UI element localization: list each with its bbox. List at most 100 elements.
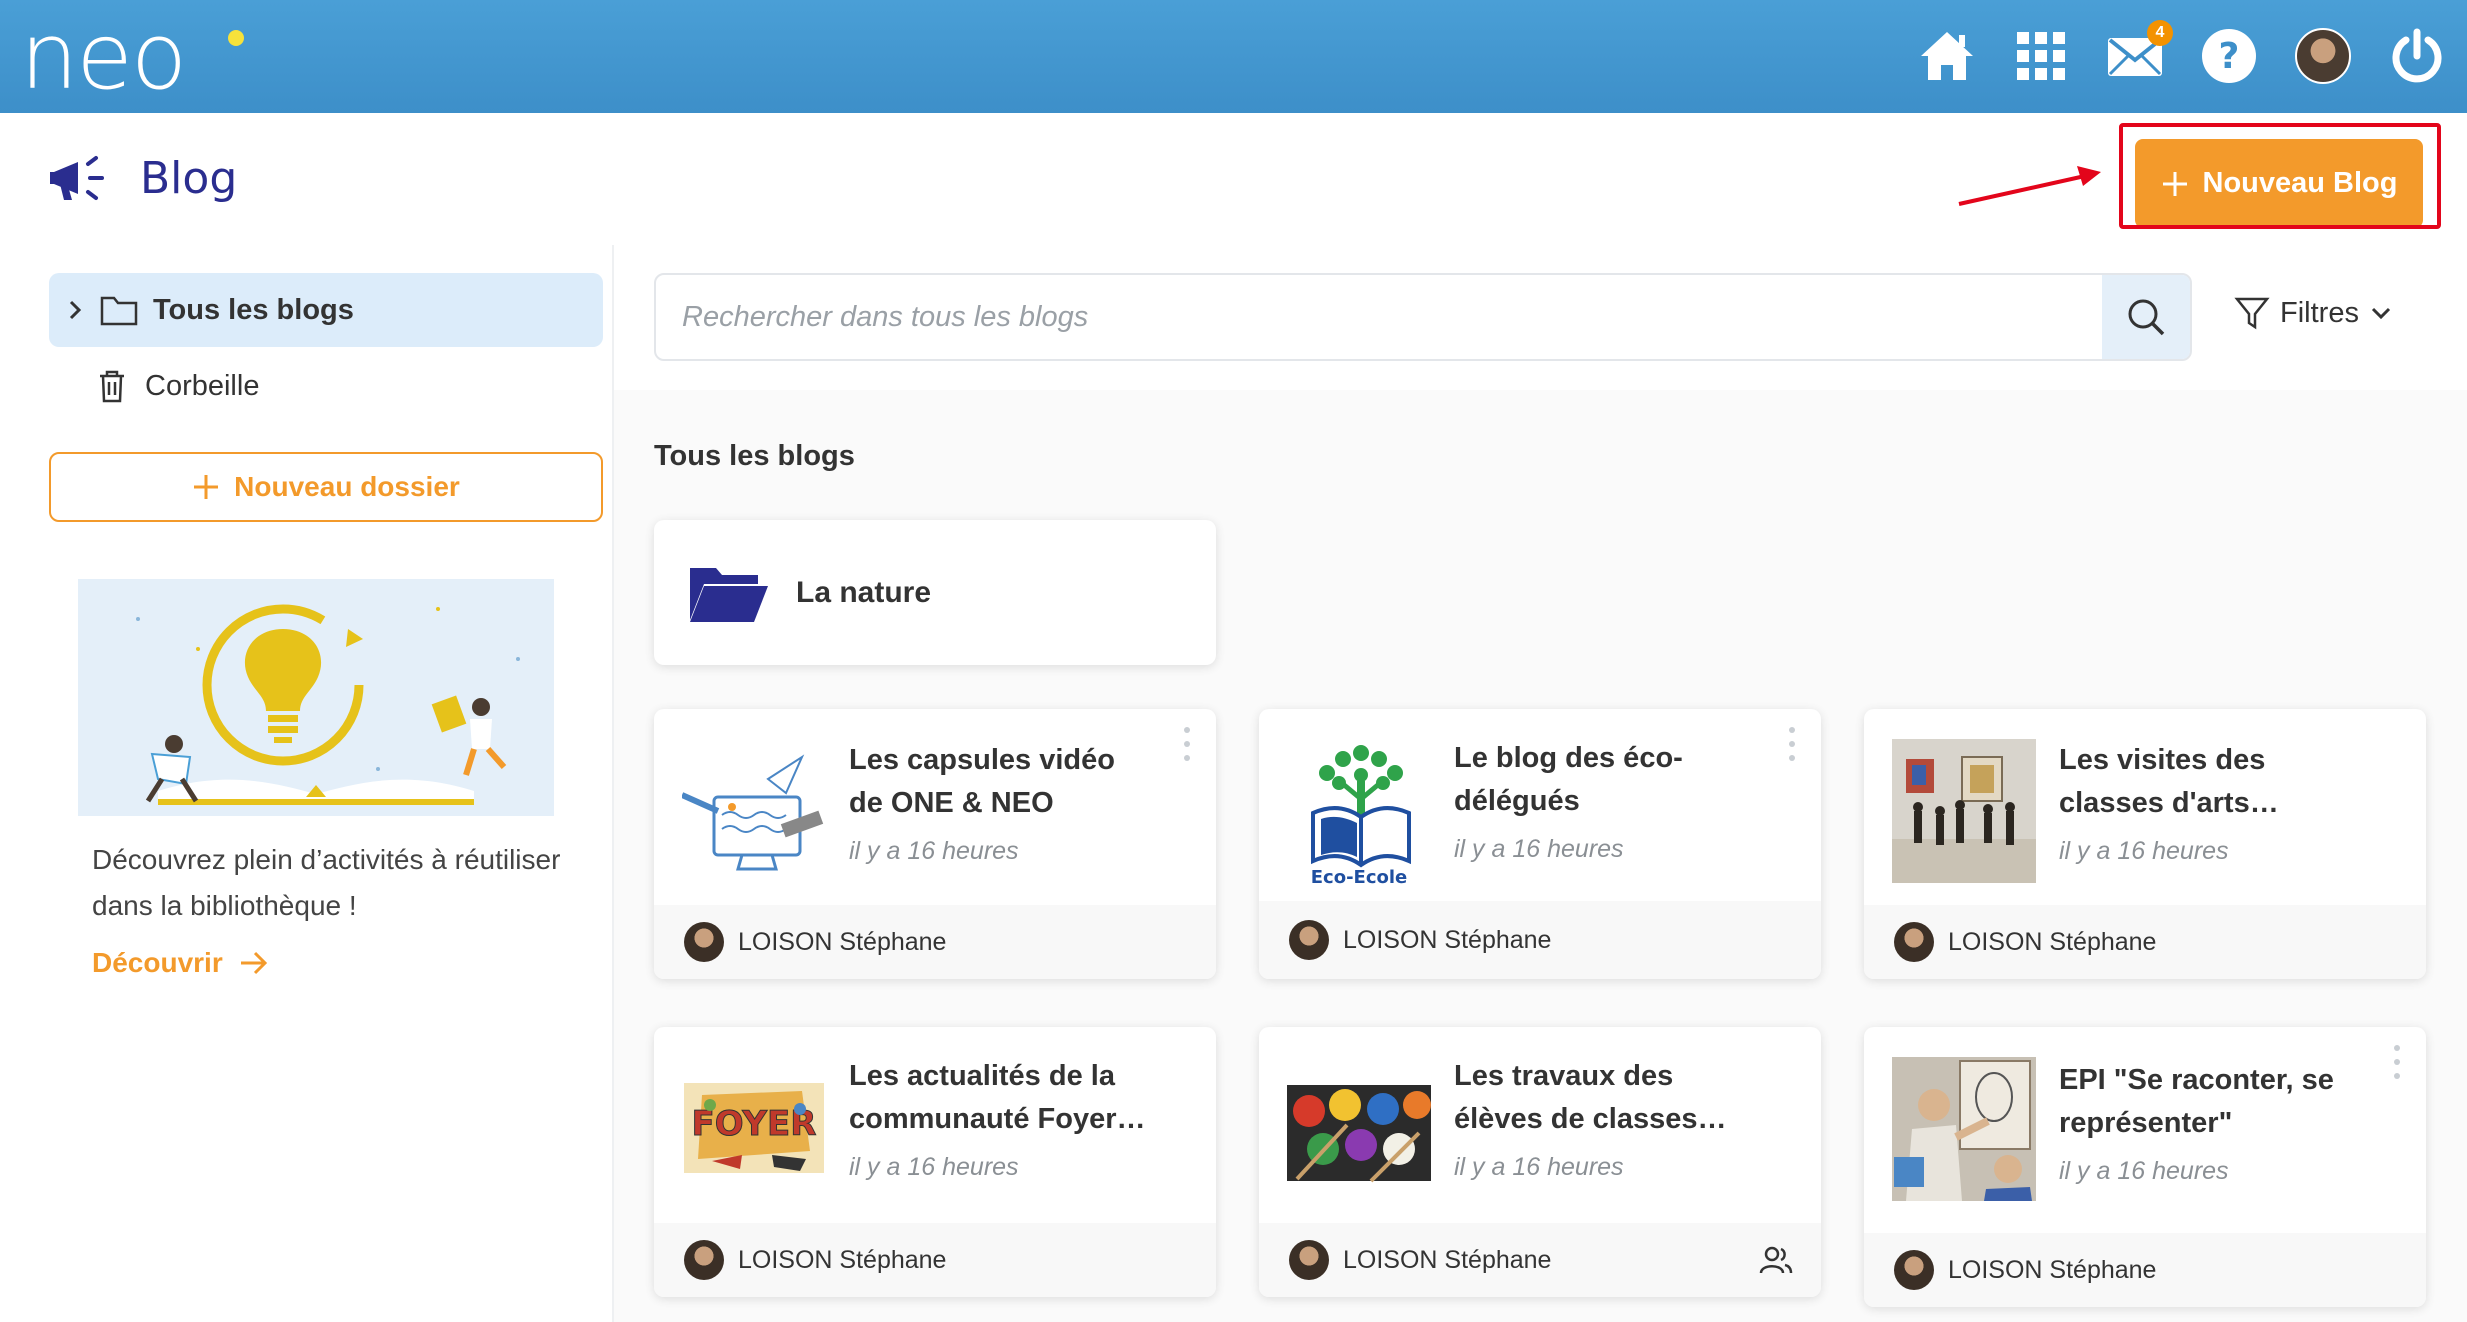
card-title-line: Le blog des éco-: [1454, 742, 1683, 774]
card-thumbnail: Eco-Ecole: [1287, 743, 1431, 888]
card-title: EPI "Se raconter, se représenter": [2059, 1059, 2359, 1145]
apps-grid-icon[interactable]: [2011, 26, 2071, 86]
plus-icon: [194, 475, 219, 499]
new-folder-label: Nouveau dossier: [234, 471, 460, 502]
mail-badge: 4: [2147, 20, 2173, 46]
card-author: LOISON Stéphane: [1343, 925, 1552, 954]
author-avatar: [1894, 922, 1934, 962]
help-icon[interactable]: ?: [2199, 26, 2259, 86]
card-title-line: délégués: [1454, 785, 1580, 817]
discover-label: Découvrir: [92, 947, 223, 978]
discover-link[interactable]: Découvrir: [92, 947, 269, 979]
card-thumbnail: FOYER: [682, 1055, 826, 1199]
filter-icon: [2234, 297, 2270, 330]
card-time: il y a 16 heures: [1454, 835, 1624, 863]
blog-card[interactable]: FOYER Les actualités de la communauté Fo…: [654, 1027, 1216, 1297]
folder-name: La nature: [796, 575, 932, 609]
folder-icon: [100, 296, 138, 326]
arrow-right-icon: [240, 951, 267, 975]
sidebar-item-trash[interactable]: Corbeille: [49, 349, 603, 423]
sidebar-item-all-blogs[interactable]: Tous les blogs: [49, 273, 603, 347]
card-time: il y a 16 heures: [1454, 1153, 1624, 1181]
card-author: LOISON Stéphane: [1343, 1245, 1552, 1274]
card-title: Les travaux des élèves de classes…: [1454, 1055, 1754, 1141]
shared-users-icon[interactable]: [1759, 1244, 1793, 1276]
card-menu-icon[interactable]: [2392, 1045, 2402, 1079]
card-title: Les visites des classes d'arts…: [2059, 739, 2359, 825]
folder-card[interactable]: La nature: [654, 520, 1216, 665]
sidebar: Tous les blogs Corbeille Nouveau dossier: [22, 245, 612, 1322]
card-title: Le blog des éco- délégués: [1454, 737, 1754, 823]
sidebar-item-label: Tous les blogs: [153, 293, 354, 326]
highlight-box: [2119, 123, 2441, 229]
blog-card[interactable]: Les visites des classes d'arts… il y a 1…: [1864, 709, 2426, 979]
card-thumbnail: [1892, 1057, 2036, 1201]
search-button[interactable]: [2102, 275, 2190, 359]
open-folder-icon: [690, 567, 768, 622]
chevron-right-icon[interactable]: [57, 295, 97, 325]
page-title: Blog: [140, 153, 238, 204]
sidebar-item-label: Corbeille: [145, 369, 260, 402]
annotation-arrow: [1958, 166, 2101, 206]
svg-text:?: ?: [2219, 36, 2240, 77]
trash-icon: [100, 370, 124, 403]
section-title: Tous les blogs: [654, 440, 855, 472]
card-title-line: Les actualités de la: [849, 1060, 1115, 1092]
card-title-line: élèves de classes…: [1454, 1103, 1727, 1135]
logo-dot: [228, 30, 244, 46]
card-footer: LOISON Stéphane: [1864, 1233, 2426, 1307]
blog-card[interactable]: Les capsules vidéo de ONE & NEO il y a 1…: [654, 709, 1216, 979]
eco-ecole-logo-text: Eco-Ecole: [1311, 867, 1408, 887]
card-thumbnail: [680, 739, 826, 883]
filters-label: Filtres: [2280, 296, 2359, 329]
app-title-wrap: Blog: [48, 153, 237, 204]
chevron-down-icon: [2371, 307, 2391, 320]
power-icon[interactable]: [2387, 26, 2447, 86]
top-icons: 4 ?: [1917, 20, 2447, 92]
card-time: il y a 16 heures: [849, 837, 1019, 865]
search-icon: [2128, 299, 2165, 336]
card-title: Les actualités de la communauté Foyer…: [849, 1055, 1149, 1141]
filters-dropdown[interactable]: Filtres: [2234, 295, 2393, 331]
card-time: il y a 16 heures: [2059, 837, 2229, 865]
card-thumbnail: [1287, 1055, 1431, 1199]
card-menu-icon[interactable]: [1182, 727, 1192, 761]
megaphone-icon: [50, 155, 104, 200]
card-time: il y a 16 heures: [2059, 1157, 2229, 1185]
card-footer: LOISON Stéphane: [654, 1223, 1216, 1297]
card-author: LOISON Stéphane: [1948, 1255, 2157, 1284]
card-thumbnail: [1892, 739, 2036, 883]
card-footer: LOISON Stéphane: [654, 905, 1216, 979]
blog-card[interactable]: Eco-Ecole Le blog des éco- délégués il y…: [1259, 709, 1821, 979]
blog-card[interactable]: EPI "Se raconter, se représenter" il y a…: [1864, 1027, 2426, 1307]
author-avatar: [1289, 920, 1329, 960]
card-title-line: de ONE & NEO: [849, 787, 1054, 819]
search-box: [654, 273, 2192, 361]
card-title-line: EPI "Se raconter, se: [2059, 1064, 2334, 1096]
library-promo-illustration: [78, 579, 554, 816]
card-footer: LOISON Stéphane: [1259, 901, 1821, 979]
user-avatar[interactable]: [2293, 26, 2353, 86]
author-avatar: [1894, 1250, 1934, 1290]
author-avatar: [1289, 1240, 1329, 1280]
card-author: LOISON Stéphane: [1948, 927, 2157, 956]
search-input[interactable]: [656, 275, 2106, 359]
card-author: LOISON Stéphane: [738, 927, 947, 956]
mail-icon[interactable]: 4: [2105, 20, 2173, 86]
neo-logo[interactable]: neo: [20, 11, 244, 103]
card-title-line: Les visites des: [2059, 744, 2266, 776]
card-title: Les capsules vidéo de ONE & NEO: [849, 739, 1149, 825]
card-title-line: Les capsules vidéo: [849, 744, 1115, 776]
card-title-line: classes d'arts…: [2059, 787, 2279, 819]
card-footer: LOISON Stéphane: [1259, 1223, 1821, 1297]
blog-card[interactable]: Les travaux des élèves de classes… il y …: [1259, 1027, 1821, 1297]
card-title-line: communauté Foyer…: [849, 1103, 1146, 1135]
top-navigation-bar: neo 4 ?: [0, 0, 2467, 113]
home-icon[interactable]: [1917, 26, 1977, 86]
author-avatar: [684, 1240, 724, 1280]
search-band: Filtres: [614, 245, 2467, 390]
new-folder-button[interactable]: Nouveau dossier: [49, 452, 603, 522]
card-time: il y a 16 heures: [849, 1153, 1019, 1181]
main-content: Filtres Tous les blogs La nature Les cap…: [614, 245, 2467, 1322]
card-menu-icon[interactable]: [1787, 727, 1797, 761]
